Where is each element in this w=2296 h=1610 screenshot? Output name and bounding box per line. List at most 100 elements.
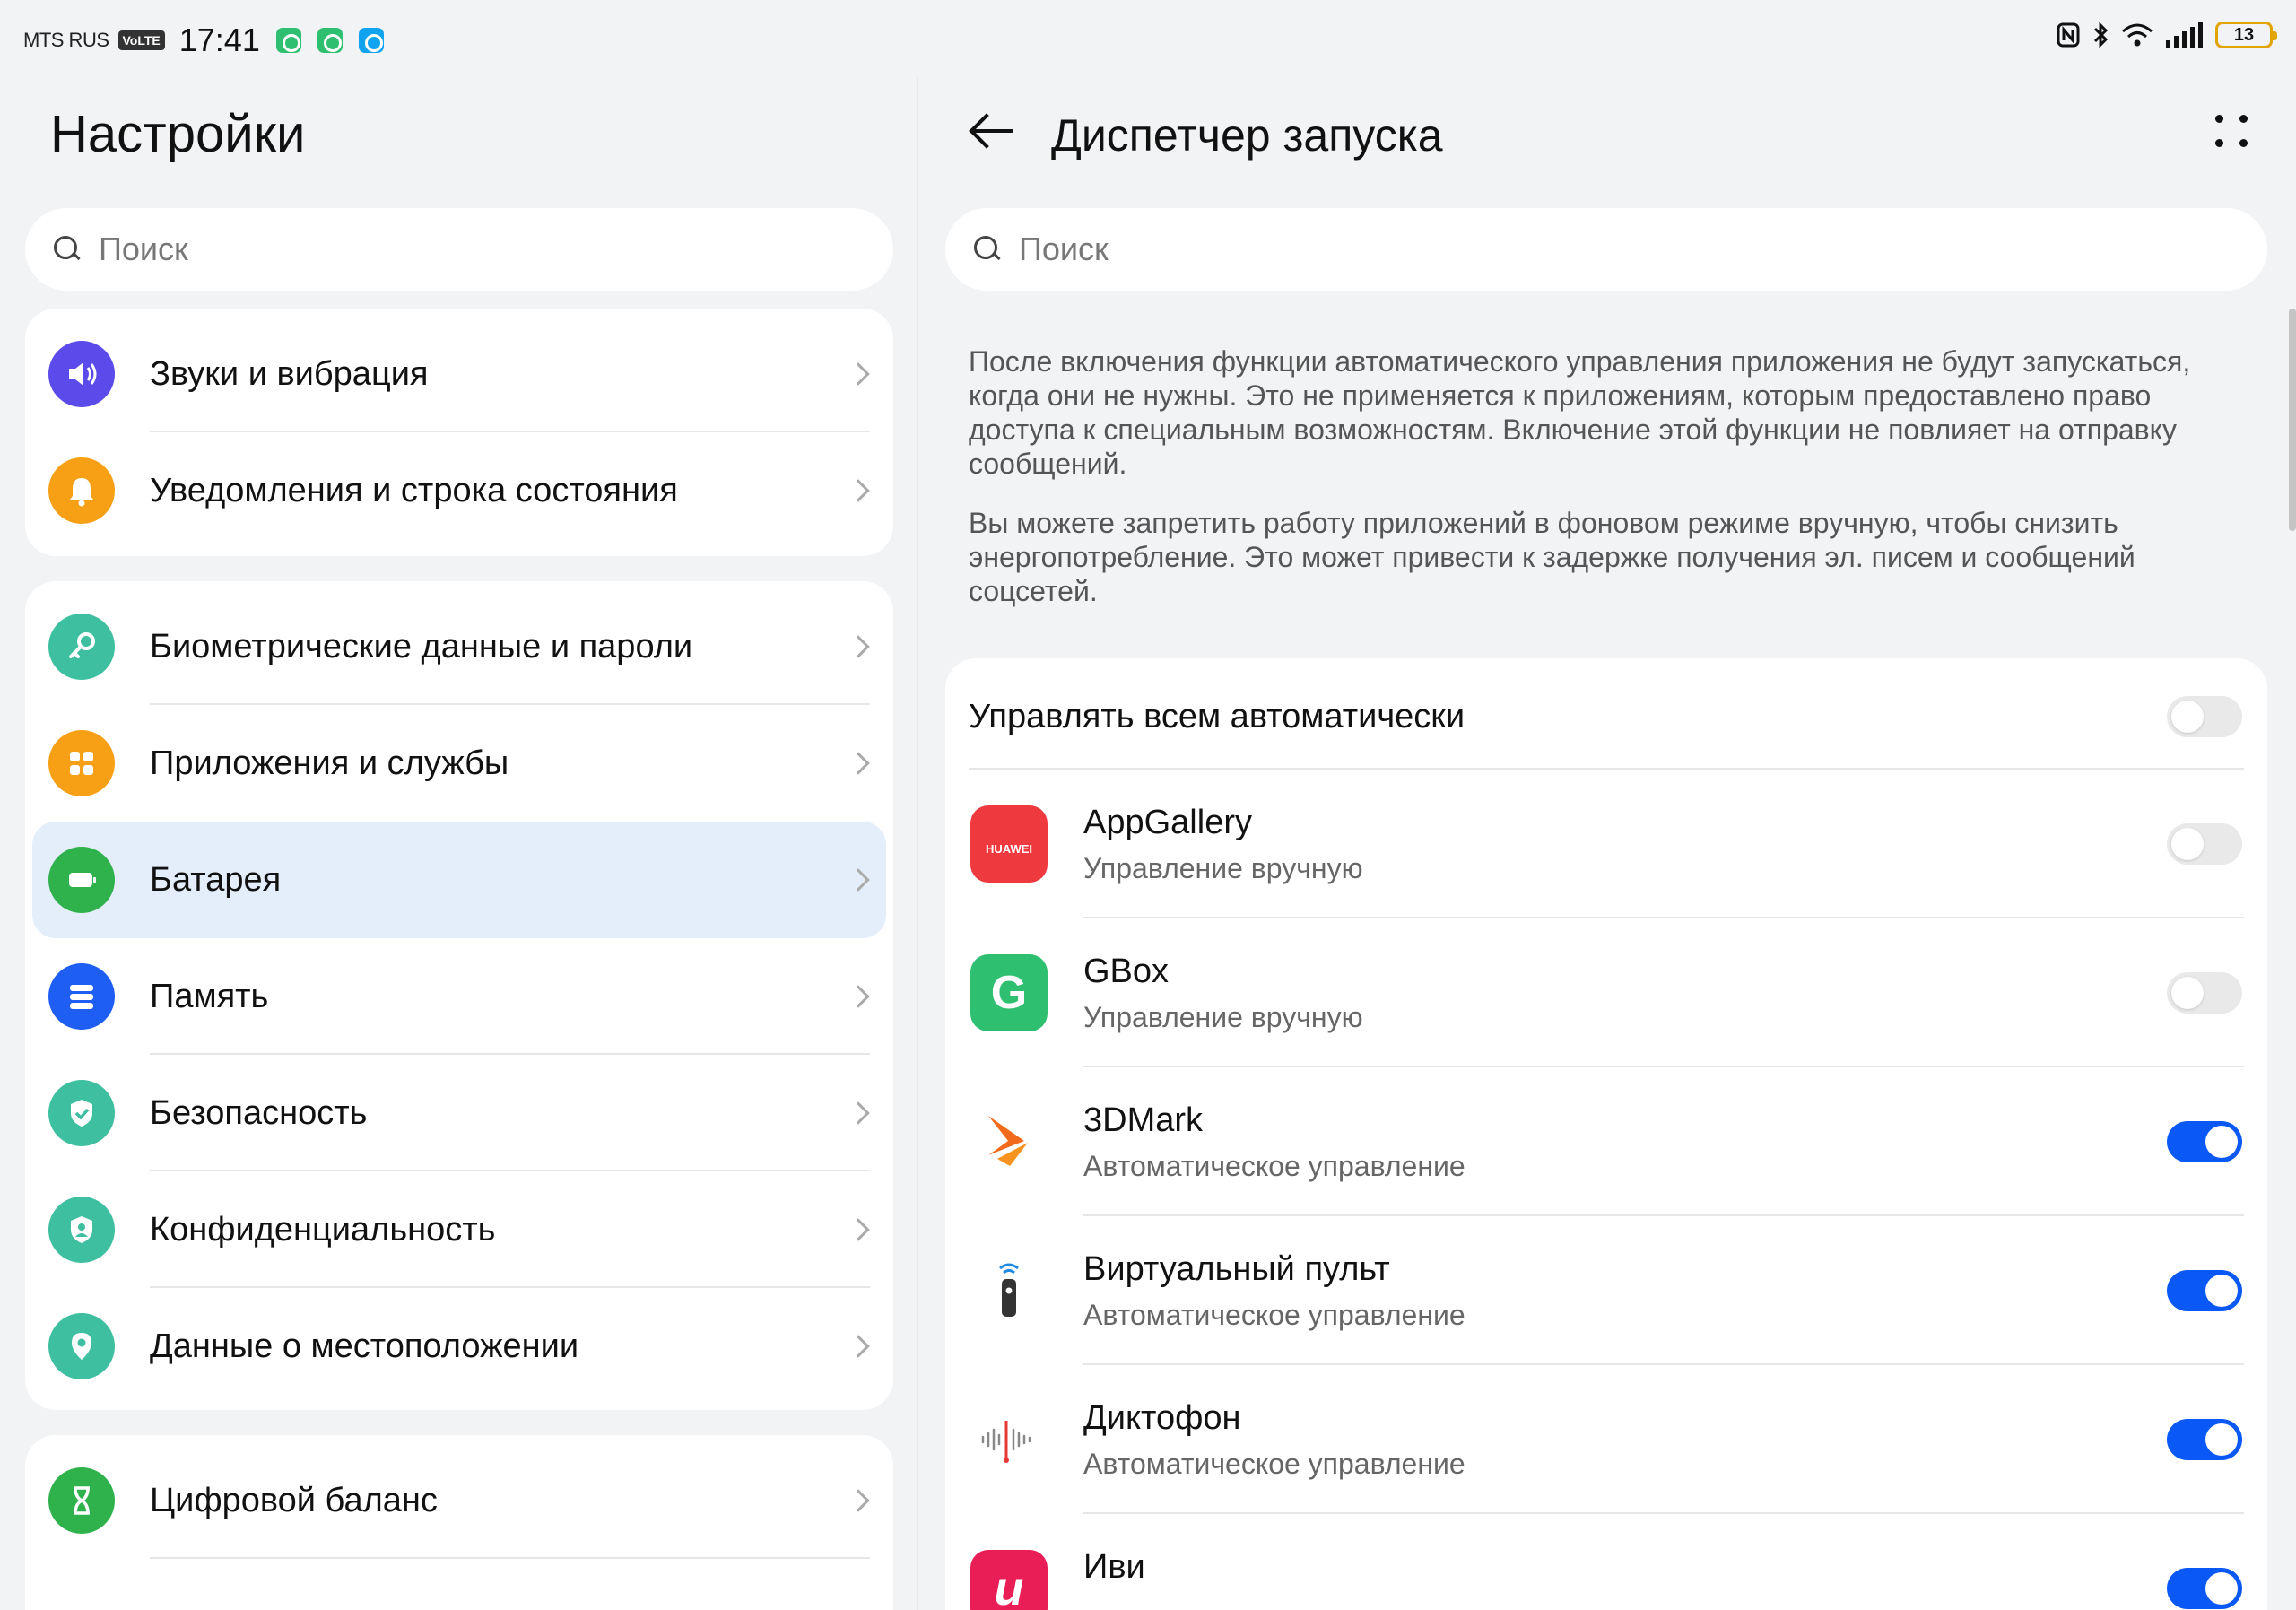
app-status: Автоматическое управление	[1083, 1299, 1465, 1331]
clock: 17:41	[178, 22, 260, 58]
hourglass-icon	[48, 1467, 115, 1534]
launch-manager-panel: Диспетчер запуска После включения функци…	[917, 77, 2296, 1610]
chevron-right-icon	[847, 635, 870, 658]
settings-item-label: Конфиденциальность	[150, 1210, 496, 1249]
chevron-right-icon	[847, 868, 870, 892]
chevron-right-icon	[847, 985, 870, 1008]
app-row[interactable]: HUAWEI AppGallery Управление вручную	[945, 770, 2267, 918]
settings-item-biometrics[interactable]: Биометрические данные и пароли	[25, 588, 893, 705]
ivi-icon: и	[970, 1550, 1048, 1610]
app-name: Виртуальный пульт	[1083, 1250, 1390, 1288]
appgallery-icon: HUAWEI	[970, 805, 1048, 883]
settings-item-label: Батарея	[150, 860, 282, 899]
settings-item-label: Данные о местоположении	[150, 1327, 579, 1365]
app-status: Управление вручную	[1083, 1001, 1363, 1033]
settings-item-label: Биометрические данные и пароли	[150, 627, 693, 666]
chevron-right-icon	[847, 362, 870, 386]
settings-item-location[interactable]: Данные о местоположении	[25, 1288, 893, 1405]
settings-item-sounds[interactable]: Звуки и вибрация	[25, 316, 893, 432]
remote-icon	[970, 1252, 1048, 1329]
battery-level: 13	[2233, 24, 2255, 45]
chevron-right-icon	[847, 1101, 870, 1125]
app-toggle[interactable]	[2167, 1568, 2242, 1609]
app-toggle[interactable]	[2167, 1121, 2242, 1162]
status-bar: MTS RUS VoLTE 17:41 13	[0, 0, 2296, 77]
settings-item-privacy[interactable]: Конфиденциальность	[25, 1171, 893, 1288]
signal-icon	[2166, 22, 2203, 48]
settings-item-battery[interactable]: Батарея	[32, 822, 886, 938]
chevron-right-icon	[847, 479, 870, 502]
search-icon	[52, 234, 83, 265]
bluetooth-icon	[2093, 22, 2109, 48]
app-name: AppGallery	[1083, 804, 1252, 841]
chevron-right-icon	[847, 752, 870, 775]
gbox-notification-icon	[317, 28, 343, 53]
chevron-right-icon	[847, 1489, 870, 1512]
app-row[interactable]: и Иви	[945, 1514, 2267, 1610]
volte-badge: VoLTE	[117, 30, 165, 50]
settings-group-2: Биометрические данные и пароли Приложени…	[25, 581, 893, 1410]
storage-icon	[48, 963, 115, 1030]
battery-icon	[48, 847, 115, 913]
settings-item-label: Память	[150, 977, 269, 1015]
app-status: Автоматическое управление	[1083, 1448, 1465, 1480]
app-row[interactable]: 3DMark Автоматическое управление	[945, 1067, 2267, 1216]
app-name: Иви	[1083, 1548, 1145, 1586]
3dmark-icon	[970, 1103, 1048, 1180]
settings-group-1: Звуки и вибрация Уведомления и строка со…	[25, 309, 893, 556]
gbox-icon: G	[970, 954, 1048, 1031]
app-name: GBox	[1083, 953, 1170, 990]
manage-all-row[interactable]: Управлять всем автоматически	[945, 658, 2267, 770]
page-title: Диспетчер запуска	[1051, 110, 1443, 161]
app-toggle[interactable]	[2167, 972, 2242, 1014]
settings-item-apps[interactable]: Приложения и службы	[25, 705, 893, 822]
settings-search-input[interactable]	[99, 231, 772, 268]
key-icon	[48, 614, 115, 680]
settings-item-label: Цифровой баланс	[150, 1481, 438, 1519]
app-status: Автоматическое управление	[1083, 1150, 1465, 1182]
search-icon	[972, 234, 1003, 265]
apps-icon	[48, 730, 115, 796]
settings-item-digital-balance[interactable]: Цифровой баланс	[25, 1442, 893, 1559]
wifi-icon	[2122, 23, 2152, 47]
manage-all-label: Управлять всем автоматически	[969, 698, 1465, 735]
chevron-right-icon	[847, 1218, 870, 1241]
chevron-right-icon	[847, 1335, 870, 1358]
gbox-notification-icon	[275, 28, 301, 53]
app-list-card: Управлять всем автоматически HUAWEI AppG…	[945, 658, 2267, 1610]
description-text: После включения функции автоматического …	[969, 345, 2191, 480]
settings-item-label: Звуки и вибрация	[150, 354, 429, 393]
bell-icon	[48, 457, 115, 524]
carrier-name: MTS RUS	[23, 29, 109, 51]
back-arrow-icon[interactable]	[969, 111, 1015, 151]
scrollbar[interactable]	[2289, 309, 2296, 531]
app-row[interactable]: Диктофон Автоматическое управление	[945, 1365, 2267, 1514]
more-options-icon[interactable]	[2215, 115, 2251, 151]
shield-icon	[48, 1080, 115, 1146]
location-icon	[48, 1313, 115, 1379]
message-notification-icon	[358, 28, 384, 53]
app-row[interactable]: Виртуальный пульт Автоматическое управле…	[945, 1216, 2267, 1365]
settings-item-storage[interactable]: Память	[25, 938, 893, 1055]
app-name: Диктофон	[1083, 1399, 1241, 1437]
app-row[interactable]: G GBox Управление вручную	[945, 918, 2267, 1067]
app-status: Управление вручную	[1083, 852, 1363, 884]
manage-all-toggle[interactable]	[2167, 696, 2242, 737]
launch-search-input[interactable]	[1019, 231, 2056, 268]
app-name: 3DMark	[1083, 1101, 1204, 1139]
privacy-icon	[48, 1197, 115, 1263]
settings-item-notifications[interactable]: Уведомления и строка состояния	[25, 432, 893, 549]
page-title: Настройки	[50, 105, 306, 163]
settings-item-label: Уведомления и строка состояния	[150, 471, 678, 509]
sound-icon	[48, 341, 115, 407]
battery-indicator: 13	[2215, 22, 2277, 48]
app-toggle[interactable]	[2167, 1419, 2242, 1460]
settings-item-security[interactable]: Безопасность	[25, 1055, 893, 1171]
nfc-icon	[2057, 22, 2080, 48]
app-toggle[interactable]	[2167, 1270, 2242, 1311]
description-text: Вы можете запретить работу приложений в …	[969, 507, 2135, 607]
app-toggle[interactable]	[2167, 823, 2242, 865]
launch-search-bar[interactable]	[945, 208, 2267, 291]
settings-item-label: Безопасность	[150, 1093, 368, 1132]
settings-search-bar[interactable]	[25, 208, 893, 291]
